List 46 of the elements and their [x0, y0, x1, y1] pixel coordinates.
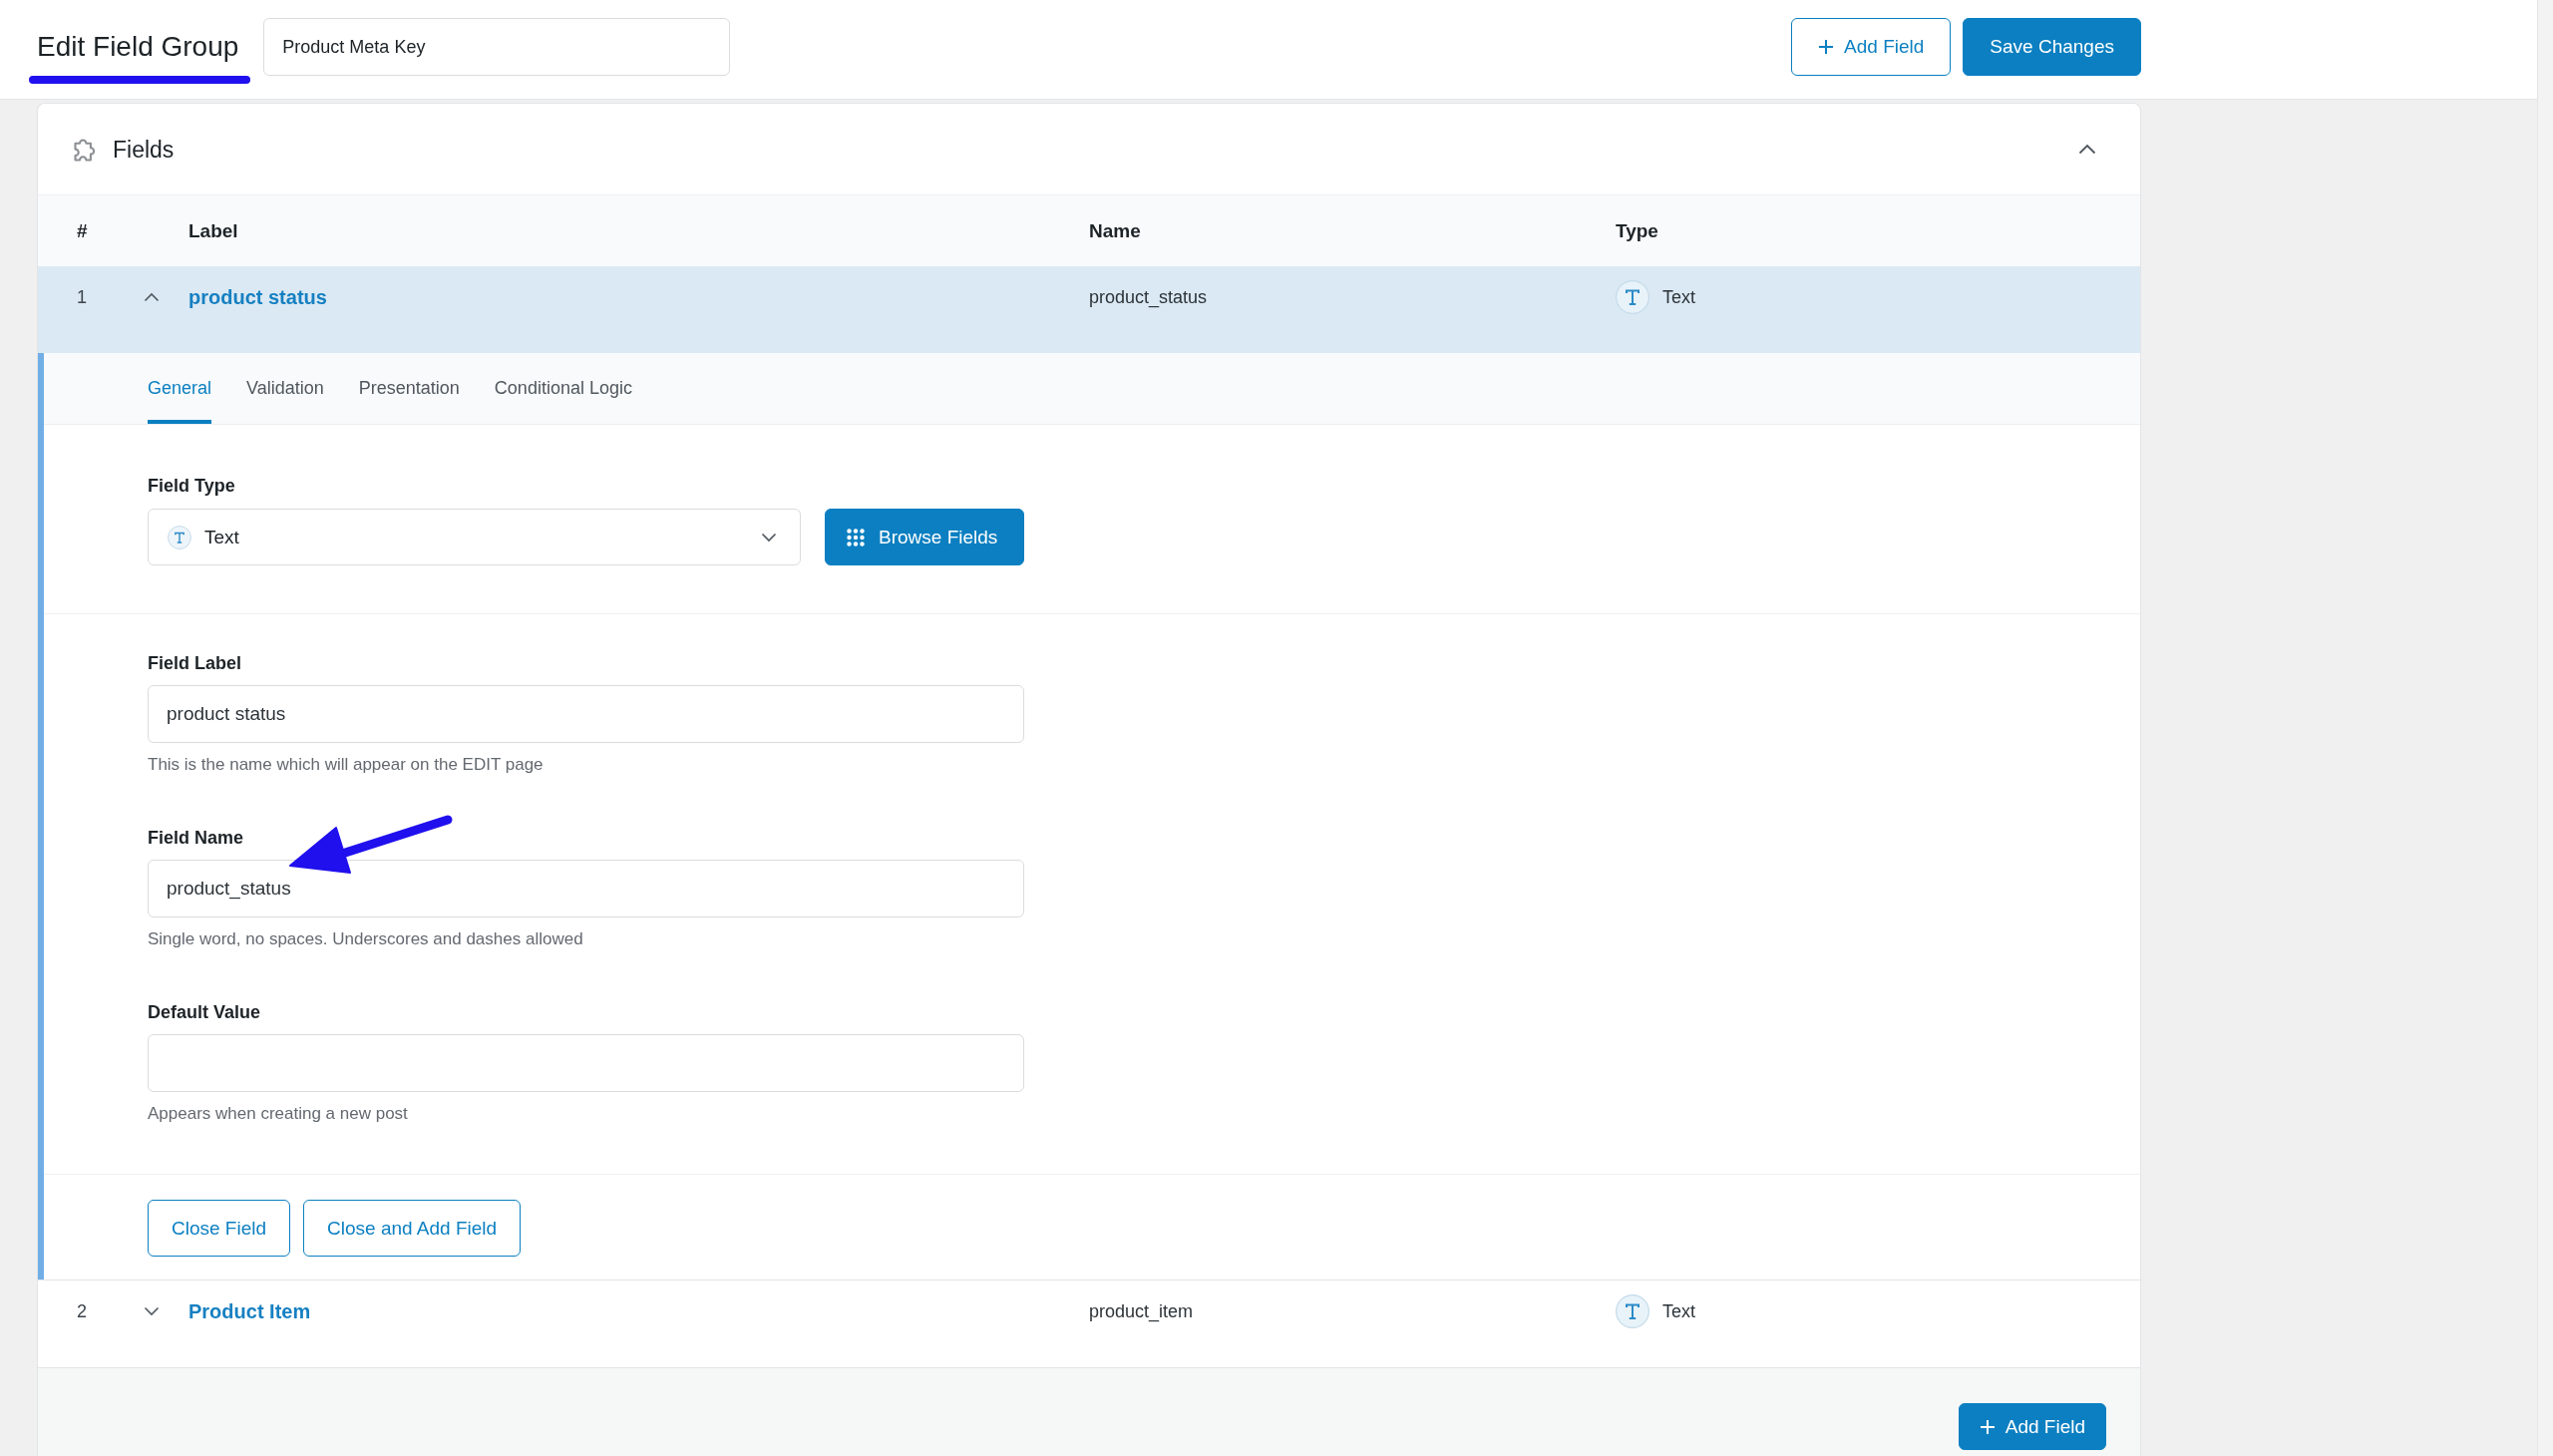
- form-label: Field Name: [148, 827, 244, 849]
- browse-fields-button[interactable]: Browse Fields: [825, 509, 1024, 565]
- text-type-icon: [1616, 280, 1649, 314]
- tab[interactable]: Validation: [246, 353, 324, 424]
- form-label: Field Type: [148, 475, 235, 497]
- field-label-link[interactable]: Product Item: [188, 1294, 311, 1328]
- field-type-text: Text: [1662, 1300, 1695, 1323]
- text-input[interactable]: product_status: [148, 860, 1024, 917]
- field-name-text: product_status: [1089, 286, 1208, 310]
- help-text: Single word, no spaces. Underscores and dashes allowed: [148, 929, 583, 949]
- panel-title: Fields: [113, 135, 175, 164]
- tab[interactable]: Conditional Logic: [494, 353, 632, 424]
- grid-icon: [847, 528, 865, 546]
- row-number: 1: [77, 286, 87, 309]
- add-field-button[interactable]: Add Field: [1958, 1403, 2106, 1450]
- tab[interactable]: General: [148, 353, 212, 424]
- group-title-field[interactable]: Product Meta Key: [263, 18, 731, 76]
- column-header: #: [77, 218, 88, 243]
- close-and-add-field-button[interactable]: Close and Add Field: [303, 1200, 522, 1257]
- tab[interactable]: Presentation: [358, 353, 460, 424]
- page-title: Edit Field Group: [37, 30, 239, 64]
- help-text: Appears when creating a new post: [148, 1104, 408, 1124]
- column-header: Label: [188, 218, 238, 243]
- text-input[interactable]: product status: [148, 685, 1024, 743]
- field-type-select[interactable]: Text: [148, 509, 801, 565]
- chevron-down-icon: [761, 532, 777, 543]
- text-type-icon: [1616, 1294, 1649, 1328]
- chevron-up-icon[interactable]: [144, 292, 160, 302]
- field-row[interactable]: 1 product status product_status Text: [38, 266, 2140, 353]
- form-label: Field Label: [148, 652, 242, 674]
- text-input[interactable]: [148, 1034, 1024, 1092]
- plus-icon: [1818, 39, 1835, 55]
- field-name-text: product_item: [1089, 1300, 1194, 1324]
- save-changes-button[interactable]: Save Changes: [1963, 18, 2141, 76]
- plus-icon: [1979, 1418, 1996, 1435]
- text-type-icon: [168, 525, 191, 549]
- column-header: Name: [1089, 218, 1141, 243]
- add-field-button[interactable]: Add Field: [1791, 18, 1952, 76]
- chevron-down-icon[interactable]: [144, 1306, 160, 1316]
- help-text: This is the name which will appear on the EDIT page: [148, 755, 544, 775]
- column-header: Type: [1616, 218, 1658, 243]
- row-number: 2: [77, 1300, 87, 1323]
- field-type-text: Text: [1662, 286, 1695, 309]
- close-field-button[interactable]: Close Field: [148, 1200, 291, 1257]
- chevron-up-icon[interactable]: [2078, 144, 2096, 155]
- form-label: Default Value: [148, 1001, 261, 1023]
